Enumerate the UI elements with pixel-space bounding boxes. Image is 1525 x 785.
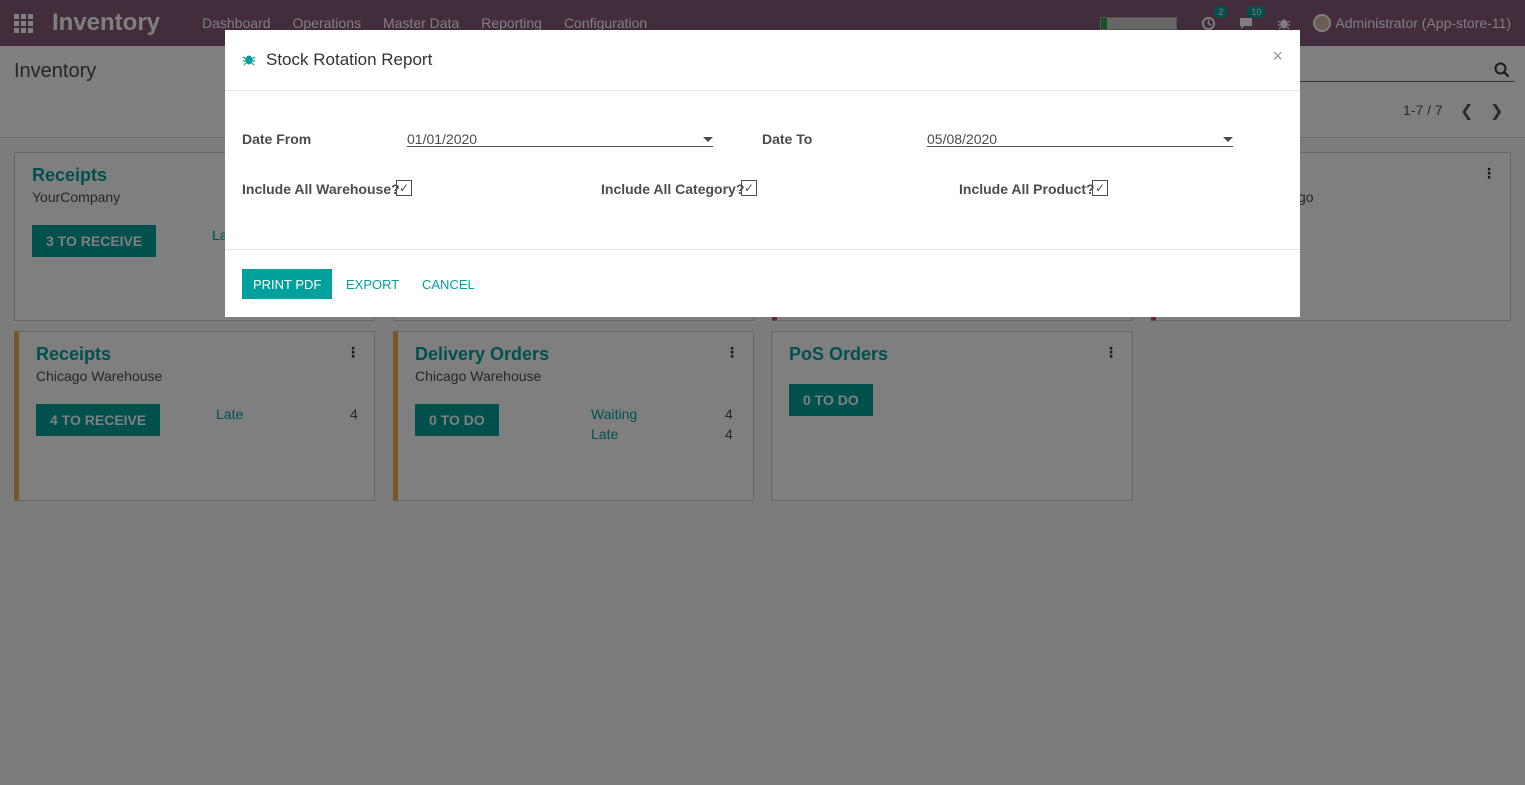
include-product-checkbox[interactable]: ✓ [1092, 180, 1108, 196]
modal-footer: PRINT PDF EXPORT CANCEL [225, 250, 1300, 317]
include-warehouse-checkbox[interactable]: ✓ [396, 180, 412, 196]
modal-header: Stock Rotation Report × [225, 30, 1300, 91]
date-from-field[interactable]: 01/01/2020 [407, 123, 713, 147]
include-category-checkbox[interactable]: ✓ [741, 180, 757, 196]
print-pdf-button[interactable]: PRINT PDF [242, 269, 333, 299]
modal-body: Date From 01/01/2020 Date To 05/08/2020 … [225, 91, 1300, 250]
bug-icon [242, 52, 256, 66]
date-from-label: Date From [242, 131, 312, 147]
cancel-button[interactable]: CANCEL [422, 269, 475, 299]
date-from-value: 01/01/2020 [407, 131, 478, 147]
chevron-down-icon[interactable] [1223, 137, 1233, 142]
close-icon[interactable]: × [1272, 46, 1283, 67]
date-to-label: Date To [762, 131, 813, 147]
chevron-down-icon[interactable] [703, 137, 713, 142]
stock-rotation-dialog: Stock Rotation Report × Date From 01/01/… [225, 30, 1300, 317]
date-to-value: 05/08/2020 [927, 131, 998, 147]
date-to-field[interactable]: 05/08/2020 [927, 123, 1233, 147]
include-warehouse-label: Include All Warehouse? [242, 181, 400, 197]
export-button[interactable]: EXPORT [346, 269, 399, 299]
include-category-label: Include All Category? [601, 181, 745, 197]
modal-title: Stock Rotation Report [266, 50, 433, 69]
include-product-label: Include All Product? [959, 181, 1095, 197]
